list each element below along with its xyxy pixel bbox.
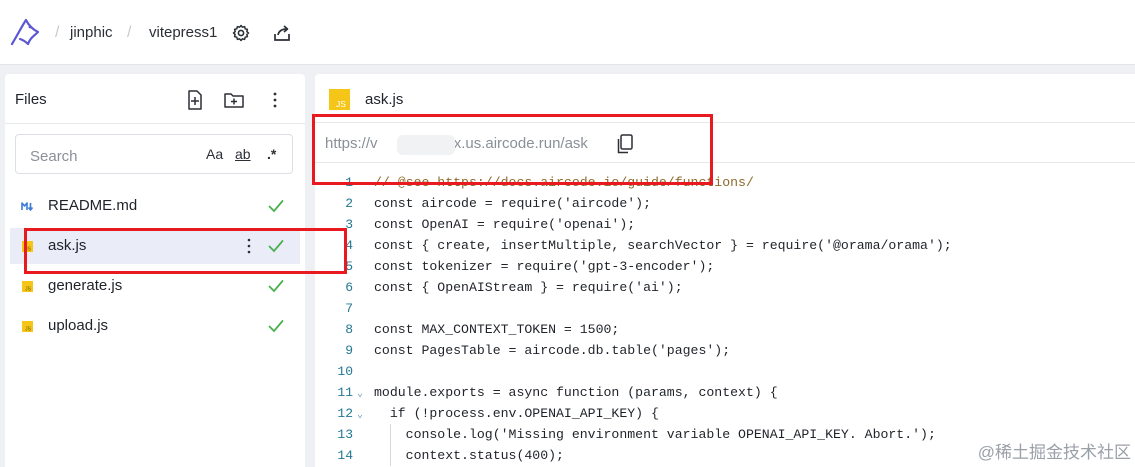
watermark: @稀土掘金技术社区 xyxy=(977,443,1131,462)
line-number: 11 xyxy=(337,385,353,400)
line-number: 12 xyxy=(337,406,353,421)
fold-chevron-icon[interactable]: ⌄ xyxy=(357,405,363,426)
breadcrumb-project[interactable]: vitepress1 xyxy=(149,24,217,41)
breadcrumb-separator: / xyxy=(127,24,132,41)
line-number: 7 xyxy=(345,301,353,316)
line-text: if (!process.env.OPENAI_API_KEY) { xyxy=(374,406,659,421)
more-options-icon[interactable] xyxy=(264,89,286,111)
line-number: 6 xyxy=(345,280,353,295)
line-number: 14 xyxy=(337,448,353,463)
code-line: 3 const OpenAI = require('openai'); xyxy=(315,214,1135,235)
line-text: const tokenizer = require('gpt-3-encoder… xyxy=(374,259,715,274)
highlight-box-ask-js xyxy=(24,228,347,274)
code-line: 8 const MAX_CONTEXT_TOKEN = 1500; xyxy=(315,319,1135,340)
check-icon xyxy=(268,200,284,213)
line-number: 10 xyxy=(337,364,353,379)
file-name: upload.js xyxy=(48,317,109,334)
regex-toggle[interactable]: .* xyxy=(267,146,276,162)
share-icon[interactable] xyxy=(273,24,291,42)
code-line: 9 const PagesTable = aircode.db.table('p… xyxy=(315,340,1135,361)
files-panel-title: Files xyxy=(15,91,47,108)
code-line: 2 const aircode = require('aircode'); xyxy=(315,193,1135,214)
svg-text:JS: JS xyxy=(336,99,346,109)
code-line: 6 const { OpenAIStream } = require('ai')… xyxy=(315,277,1135,298)
line-text: const { OpenAIStream } = require('ai'); xyxy=(374,280,683,295)
js-file-icon: JS xyxy=(22,281,33,293)
editor-tab-title[interactable]: ask.js xyxy=(365,91,403,108)
line-text: const aircode = require('aircode'); xyxy=(374,196,651,211)
file-name: generate.js xyxy=(48,277,123,294)
file-search-input[interactable] xyxy=(28,145,202,167)
js-file-icon: JS xyxy=(329,89,350,110)
file-item-upload-js[interactable]: JS upload.js xyxy=(10,308,300,344)
line-number: 8 xyxy=(345,322,353,337)
line-number: 2 xyxy=(345,196,353,211)
code-line: 7 xyxy=(315,298,1135,319)
file-item-readme[interactable]: README.md xyxy=(10,188,300,224)
file-name: README.md xyxy=(48,197,138,214)
top-bar: / jinphic / vitepress1 xyxy=(0,0,1135,65)
divider xyxy=(5,123,305,124)
line-number: 13 xyxy=(337,427,353,442)
aircode-logo-icon[interactable] xyxy=(8,14,42,52)
code-line: 5 const tokenizer = require('gpt-3-encod… xyxy=(315,256,1135,277)
line-number: 9 xyxy=(345,343,353,358)
code-line: 4 const { create, insertMultiple, search… xyxy=(315,235,1135,256)
code-editor[interactable]: 1 // @see https://docs.aircode.io/guide/… xyxy=(315,172,1135,466)
line-text: const MAX_CONTEXT_TOKEN = 1500; xyxy=(374,322,620,337)
match-case-toggle[interactable]: Aa xyxy=(206,146,223,162)
markdown-icon xyxy=(21,202,34,211)
check-icon xyxy=(268,280,284,293)
line-text: context.status(400); xyxy=(374,448,564,463)
new-file-icon[interactable] xyxy=(184,89,206,111)
line-text: console.log('Missing environment variabl… xyxy=(374,427,936,442)
line-text: const OpenAI = require('openai'); xyxy=(374,217,636,232)
fold-chevron-icon[interactable]: ⌄ xyxy=(357,384,363,405)
line-text: const { create, insertMultiple, searchVe… xyxy=(374,238,952,253)
line-text: module.exports = async function (params,… xyxy=(374,385,778,400)
check-icon xyxy=(268,320,284,333)
code-line: 11 ⌄ module.exports = async function (pa… xyxy=(315,382,1135,403)
svg-text:JS: JS xyxy=(25,327,32,333)
new-folder-icon[interactable] xyxy=(223,89,245,111)
breadcrumb-separator: / xyxy=(55,24,60,41)
line-text: const PagesTable = aircode.db.table('pag… xyxy=(374,343,731,358)
code-line: 12 ⌄ if (!process.env.OPENAI_API_KEY) { xyxy=(315,403,1135,424)
file-search: Aa ab .* xyxy=(15,134,293,174)
code-line: 10 xyxy=(315,361,1135,382)
js-file-icon: JS xyxy=(22,321,33,333)
breadcrumb-user[interactable]: jinphic xyxy=(70,24,113,41)
match-whole-word-toggle[interactable]: ab xyxy=(235,146,251,162)
gear-icon[interactable] xyxy=(232,24,250,42)
highlight-box-url xyxy=(312,114,713,185)
svg-text:JS: JS xyxy=(25,287,32,293)
